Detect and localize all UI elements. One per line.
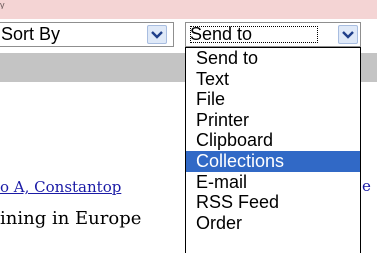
option-order[interactable]: Order bbox=[186, 213, 360, 234]
send-to-select[interactable]: Send to bbox=[185, 22, 361, 47]
option-printer[interactable]: Printer bbox=[186, 110, 360, 131]
sort-by-value: Sort By bbox=[1, 24, 61, 44]
option-rss-feed[interactable]: RSS Feed bbox=[186, 192, 360, 213]
citation-authors-link[interactable]: o A, Constantop bbox=[0, 178, 185, 202]
chevron-down-icon[interactable] bbox=[338, 25, 358, 44]
option-text[interactable]: Text bbox=[186, 69, 360, 90]
option-file[interactable]: File bbox=[186, 89, 360, 110]
send-to-options: Send to Text File Printer Clipboard Coll… bbox=[186, 48, 360, 233]
sort-by-select[interactable]: Sort By bbox=[0, 22, 174, 47]
page: y Sort By Send to Send to Text File Prin… bbox=[0, 0, 377, 253]
citation-title-snippet: ining in Europe bbox=[0, 209, 142, 229]
option-email[interactable]: E-mail bbox=[186, 172, 360, 193]
header-band: y bbox=[0, 0, 377, 19]
option-clipboard[interactable]: Clipboard bbox=[186, 130, 360, 151]
option-send-to[interactable]: Send to bbox=[186, 48, 360, 69]
header-fragment: y bbox=[0, 0, 5, 9]
send-to-value: Send to bbox=[190, 24, 253, 44]
option-collections[interactable]: Collections bbox=[186, 150, 360, 172]
send-to-dropdown: Send to Text File Printer Clipboard Coll… bbox=[185, 47, 361, 253]
chevron-down-icon[interactable] bbox=[147, 25, 167, 44]
citation-edge-fragment: e bbox=[362, 177, 371, 195]
